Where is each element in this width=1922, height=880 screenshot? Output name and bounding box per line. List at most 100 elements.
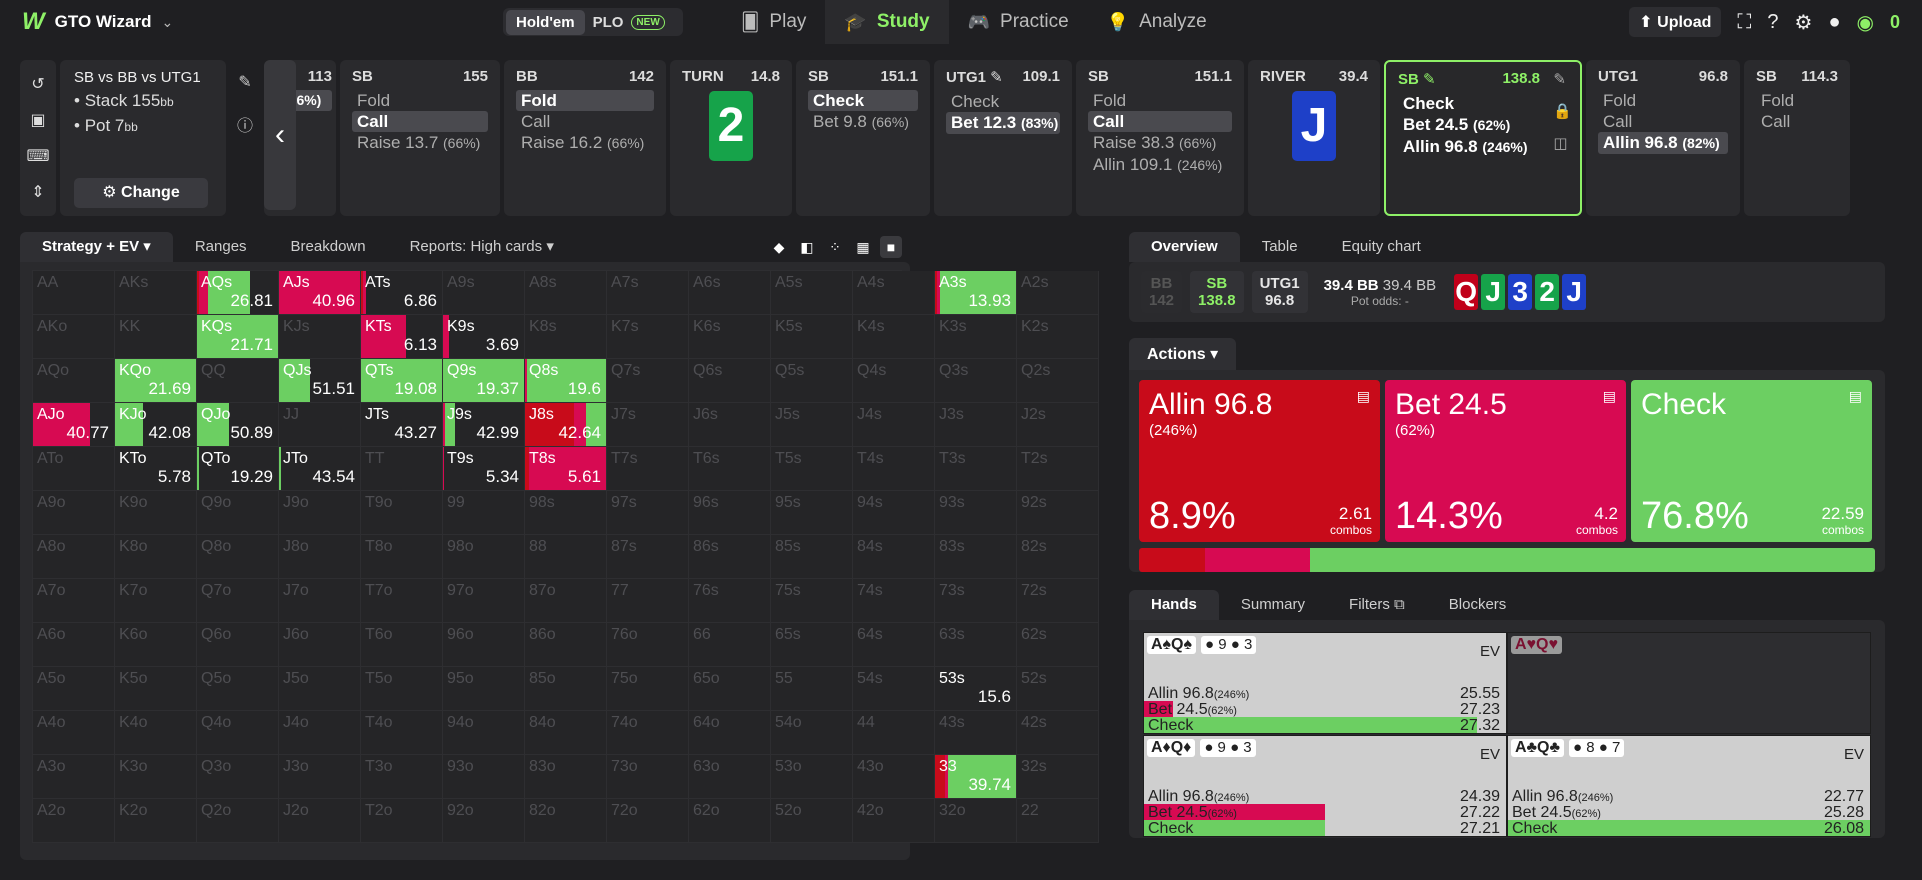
range-cell[interactable]: QTs 19.08 xyxy=(361,359,443,403)
range-cell[interactable]: Q9s 19.37 xyxy=(443,359,525,403)
square-icon[interactable]: ■ xyxy=(880,236,902,258)
player-bb[interactable]: BB 142 xyxy=(1141,271,1183,313)
range-cell[interactable]: AQo xyxy=(33,359,115,403)
range-cell[interactable]: Q2s xyxy=(1017,359,1099,403)
range-cell[interactable]: 54o xyxy=(771,711,853,755)
node-action[interactable]: Check xyxy=(946,91,1060,112)
range-cell[interactable]: QJo 50.89 xyxy=(197,403,279,447)
range-cell[interactable]: A9o xyxy=(33,491,115,535)
node-action[interactable]: Allin 109.1 (246%) xyxy=(1088,154,1232,176)
range-cell[interactable]: A8o xyxy=(33,535,115,579)
range-cell[interactable]: Q4o xyxy=(197,711,279,755)
range-cell[interactable]: 76o xyxy=(607,623,689,667)
range-cell[interactable]: 88 xyxy=(525,535,607,579)
range-cell[interactable]: K6s xyxy=(689,315,771,359)
range-cell[interactable]: T5s xyxy=(771,447,853,491)
range-cell[interactable]: 99 xyxy=(443,491,525,535)
range-cell[interactable]: K6o xyxy=(115,623,197,667)
node-action[interactable]: Fold xyxy=(352,90,488,111)
range-cell[interactable]: T6o xyxy=(361,623,443,667)
hand-card[interactable]: A♥Q♥ xyxy=(1507,632,1871,734)
range-cell[interactable]: Q4s xyxy=(853,359,935,403)
range-cell[interactable]: T3o xyxy=(361,755,443,799)
range-cell[interactable]: 85s xyxy=(771,535,853,579)
range-cell[interactable]: 85o xyxy=(525,667,607,711)
range-cell[interactable]: T2s xyxy=(1017,447,1099,491)
tree-node-bb[interactable]: BB 142 Fold Call Raise 16.2 (66%) xyxy=(504,60,666,216)
range-cell[interactable]: J3o xyxy=(279,755,361,799)
range-cell[interactable]: A7o xyxy=(33,579,115,623)
range-cell[interactable]: K2o xyxy=(115,799,197,843)
hand-card[interactable]: A♦Q♦ ● 9 ● 3 EV Allin 96.8(246%) 24.39 Bet 24… xyxy=(1143,735,1507,837)
range-cell[interactable]: 52s xyxy=(1017,667,1099,711)
range-cell[interactable]: 74s xyxy=(853,579,935,623)
holdem-toggle[interactable]: Hold'em xyxy=(506,9,585,35)
range-cell[interactable]: 77 xyxy=(607,579,689,623)
range-cell[interactable]: T2o xyxy=(361,799,443,843)
contrast-icon[interactable]: ◧ xyxy=(796,236,818,258)
range-cell[interactable]: Q7o xyxy=(197,579,279,623)
range-cell[interactable]: 76s xyxy=(689,579,771,623)
brand[interactable]: W GTO Wizard ⌄ xyxy=(22,8,173,36)
node-action[interactable]: Raise 13.7 (66%) xyxy=(352,132,488,154)
node-action[interactable]: Fold xyxy=(1088,90,1232,111)
range-cell[interactable]: K4o xyxy=(115,711,197,755)
range-cell[interactable]: J4s xyxy=(853,403,935,447)
range-cell[interactable]: A4s xyxy=(853,271,935,315)
range-cell[interactable]: 97o xyxy=(443,579,525,623)
nav-study[interactable]: 🎓 Study xyxy=(825,0,949,44)
node-action[interactable]: Raise 16.2 (66%) xyxy=(516,132,654,154)
tree-node-utg1-2[interactable]: UTG1 96.8 Fold Call Allin 96.8 (82%) xyxy=(1586,60,1740,216)
range-cell[interactable]: T3s xyxy=(935,447,1017,491)
range-cell[interactable]: J2o xyxy=(279,799,361,843)
range-cell[interactable]: 42s xyxy=(1017,711,1099,755)
river-node[interactable]: RIVER 39.4 J xyxy=(1248,60,1380,216)
node-action[interactable]: Fold xyxy=(1756,90,1838,111)
range-cell[interactable]: K9s 3.69 xyxy=(443,315,525,359)
range-cell[interactable]: 32s xyxy=(1017,755,1099,799)
range-cell[interactable]: 98s xyxy=(525,491,607,535)
range-cell[interactable]: J5s xyxy=(771,403,853,447)
range-cell[interactable]: AJo 40.77 xyxy=(33,403,115,447)
scan-icon[interactable]: ⛶ xyxy=(1737,11,1751,34)
range-cell[interactable]: 93s xyxy=(935,491,1017,535)
range-cell[interactable]: 92o xyxy=(443,799,525,843)
range-cell[interactable]: 65o xyxy=(689,667,771,711)
range-cell[interactable]: T9s 5.34 xyxy=(443,447,525,491)
tab-ranges[interactable]: Ranges xyxy=(173,232,269,262)
range-cell[interactable]: AKo xyxy=(33,315,115,359)
range-cell[interactable]: Q5o xyxy=(197,667,279,711)
node-action[interactable]: Check xyxy=(1398,93,1540,114)
range-cell[interactable]: 84o xyxy=(525,711,607,755)
range-cell[interactable]: K5o xyxy=(115,667,197,711)
upload-button[interactable]: ⬆ Upload xyxy=(1629,7,1722,37)
range-cell[interactable]: KJs xyxy=(279,315,361,359)
tab-breakdown[interactable]: Breakdown xyxy=(269,232,388,262)
range-cell[interactable]: K7o xyxy=(115,579,197,623)
range-cell[interactable]: T8s 5.61 xyxy=(525,447,607,491)
range-cell[interactable]: J6o xyxy=(279,623,361,667)
range-cell[interactable]: T7s xyxy=(607,447,689,491)
range-cell[interactable]: 64o xyxy=(689,711,771,755)
node-action[interactable]: Allin 96.8 (82%) xyxy=(1598,132,1728,154)
range-cell[interactable]: A5s xyxy=(771,271,853,315)
range-cell[interactable]: 87s xyxy=(607,535,689,579)
range-cell[interactable]: KJo 42.08 xyxy=(115,403,197,447)
range-cell[interactable]: 86o xyxy=(525,623,607,667)
range-cell[interactable]: QQ xyxy=(197,359,279,403)
range-cell[interactable]: A8s xyxy=(525,271,607,315)
node-action[interactable]: Check xyxy=(808,90,918,111)
range-cell[interactable]: A7s xyxy=(607,271,689,315)
range-cell[interactable]: J5o xyxy=(279,667,361,711)
range-cell[interactable]: TT xyxy=(361,447,443,491)
gear-icon[interactable]: ⚙ xyxy=(1795,10,1813,35)
node-action[interactable]: Fold xyxy=(1598,90,1728,111)
range-cell[interactable]: AA xyxy=(33,271,115,315)
range-cell[interactable]: JJ xyxy=(279,403,361,447)
range-cell[interactable]: KTs 6.13 xyxy=(361,315,443,359)
range-cell[interactable]: 83o xyxy=(525,755,607,799)
range-cell[interactable]: K3o xyxy=(115,755,197,799)
notes-icon[interactable]: ▤ xyxy=(1849,388,1862,405)
range-cell[interactable]: K9o xyxy=(115,491,197,535)
range-cell[interactable]: ATs 6.86 xyxy=(361,271,443,315)
